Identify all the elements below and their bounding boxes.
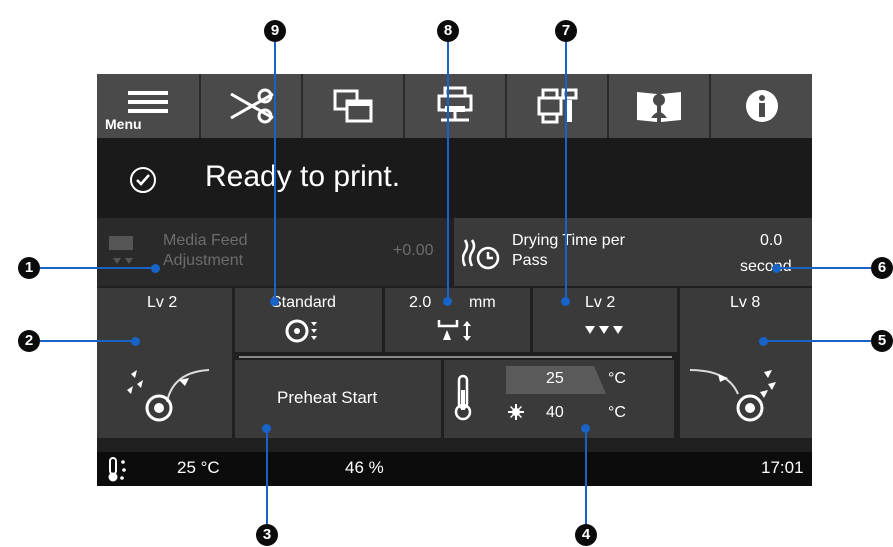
suction-button[interactable]: Lv 2: [533, 288, 677, 352]
heater-current-temp: 25: [546, 370, 564, 387]
platen-gap-unit: mm: [469, 294, 496, 311]
callout-dot-4: [581, 424, 590, 433]
heater-current-unit: °C: [608, 370, 626, 387]
menu-button[interactable]: Menu: [97, 74, 201, 138]
take-up-tension-level: Lv 8: [730, 294, 761, 311]
suction-icon: [585, 326, 623, 334]
callout-8: 8: [437, 20, 459, 42]
network-button[interactable]: [405, 74, 507, 138]
callout-dot-2: [131, 337, 140, 346]
maintenance-button[interactable]: [507, 74, 609, 138]
suction-level: Lv 2: [585, 294, 616, 311]
callout-dot-3: [262, 424, 271, 433]
callout-9: 9: [264, 20, 286, 42]
callout-line-4: [585, 428, 587, 527]
callout-5: 5: [871, 330, 893, 352]
network-printer-icon: [437, 86, 473, 122]
callout-3: 3: [256, 524, 278, 546]
feeding-roll-icon: [127, 369, 210, 422]
callout-line-1: [40, 267, 155, 269]
cut-media-button[interactable]: [201, 74, 303, 138]
callout-line-8: [447, 42, 449, 300]
ambient-temperature-icon: [108, 457, 126, 482]
callout-1: 1: [18, 257, 40, 279]
callout-line-7: [565, 42, 567, 300]
gear-icon: [508, 404, 524, 420]
pass-mode-value: Standard: [271, 294, 336, 311]
media-feed-adjustment-button[interactable]: Media Feed Adjustment +0.00: [97, 218, 449, 286]
callout-line-6: [776, 267, 873, 269]
pass-mode-icon: [285, 319, 317, 343]
windows-icon: [333, 89, 373, 123]
heater-set-unit: °C: [608, 404, 626, 421]
info-button[interactable]: [711, 74, 812, 138]
callout-7: 7: [555, 20, 577, 42]
feeding-tension-level: Lv 2: [147, 294, 178, 311]
windows-button[interactable]: [303, 74, 405, 138]
callout-dot-6: [772, 264, 781, 273]
preheat-start-label: Preheat Start: [277, 388, 378, 407]
heater-set-temp: 40: [546, 404, 564, 421]
callout-6: 6: [871, 257, 893, 279]
status-message: Ready to print.: [205, 160, 401, 193]
media-feed-icon: [109, 236, 133, 264]
media-feed-value: +0.00: [393, 242, 434, 259]
callout-dot-9: [270, 297, 279, 306]
media-feed-label-2: Adjustment: [163, 252, 244, 269]
callout-dot-1: [151, 264, 160, 273]
feeding-tension-button[interactable]: Lv 2: [97, 288, 232, 438]
media-feed-label-1: Media Feed: [163, 232, 248, 249]
callout-line-2: [40, 340, 134, 342]
pass-mode-button[interactable]: Standard: [235, 288, 382, 352]
callout-line-3: [266, 428, 268, 527]
heater-temperature-button[interactable]: 25 °C 40 °C: [444, 360, 674, 438]
ambient-humidity: 46 %: [345, 458, 384, 477]
bottom-status-bar: 25 °C 46 % 17:01: [97, 452, 812, 486]
drying-time-button[interactable]: Drying Time per Pass 0.0 second: [454, 218, 812, 286]
drying-time-label-1: Drying Time per: [512, 232, 625, 249]
printer-control-panel: Menu Ready to print. Media Feed Adjustme…: [97, 74, 812, 486]
ambient-temperature: 25 °C: [177, 458, 220, 477]
callout-2: 2: [18, 330, 40, 352]
callout-dot-7: [561, 297, 570, 306]
scissors-icon: [230, 88, 274, 124]
thermometer-icon: [454, 374, 472, 421]
maintenance-icon: [537, 88, 578, 124]
take-up-tension-button[interactable]: Lv 8: [680, 288, 812, 438]
row-separator: [239, 356, 672, 358]
callout-line-5: [763, 340, 873, 342]
callout-4: 4: [575, 524, 597, 546]
platen-gap-value: 2.0: [409, 294, 432, 311]
status-area: Ready to print.: [97, 138, 812, 218]
platen-gap-icon: [437, 320, 471, 341]
drying-time-label-2: Pass: [512, 252, 548, 269]
callout-dot-5: [759, 337, 768, 346]
drying-time-icon: [462, 239, 500, 270]
clock: 17:01: [761, 458, 804, 477]
callout-line-9: [274, 42, 276, 300]
info-icon: [745, 90, 778, 122]
manual-button[interactable]: [609, 74, 711, 138]
menu-label: Menu: [105, 116, 142, 132]
platen-gap-button[interactable]: 2.0 mm: [385, 288, 530, 352]
callout-dot-8: [443, 297, 452, 306]
toolbar: Menu: [97, 74, 812, 138]
check-circle-icon: [130, 167, 156, 193]
manual-icon: [637, 92, 681, 122]
drying-time-value: 0.0: [760, 232, 783, 249]
take-up-roll-icon: [689, 369, 776, 422]
